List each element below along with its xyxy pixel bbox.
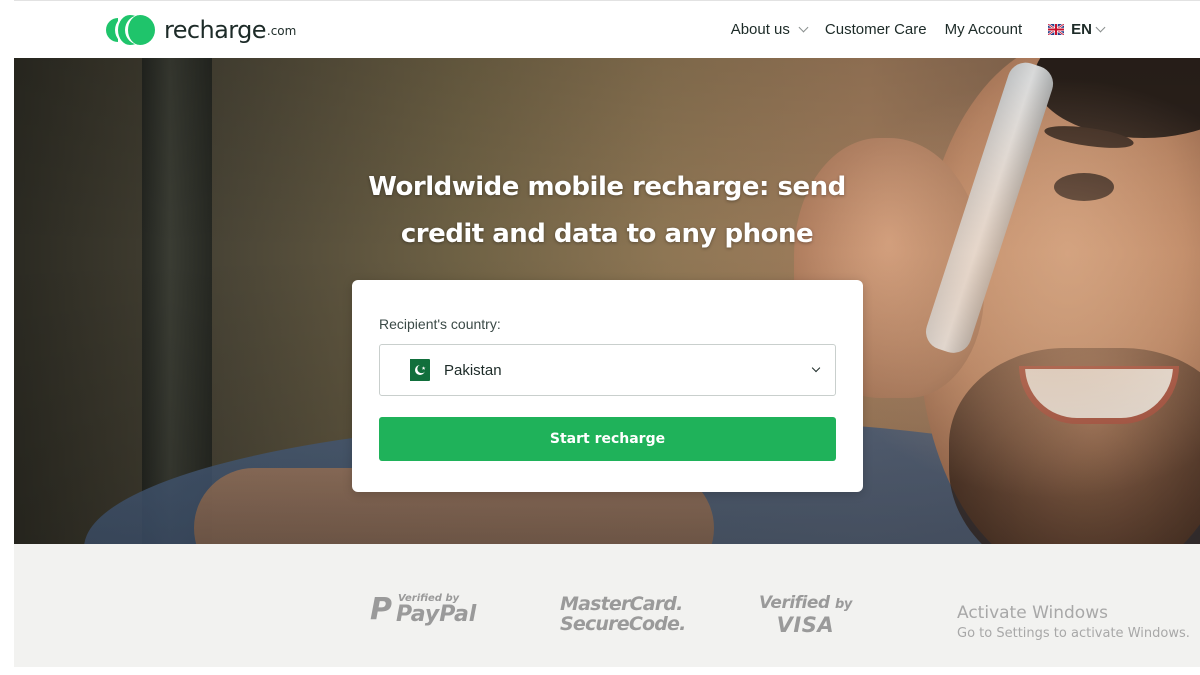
main-nav: About us Customer Care My Account EN xyxy=(713,1,1106,58)
country-label: Recipient's country: xyxy=(379,316,501,332)
visa-verified-word: Verified xyxy=(759,593,830,613)
chevron-down-icon xyxy=(798,22,809,32)
nav-customer-care[interactable]: Customer Care xyxy=(825,21,927,38)
start-recharge-button[interactable]: Start recharge xyxy=(379,417,836,461)
visa-by-word: by xyxy=(835,597,852,612)
verified-by-paypal-badge: P Verified by PayPal xyxy=(370,592,476,627)
recharge-form-card: Recipient's country: Pakistan Start rech… xyxy=(352,280,863,492)
hero-title-line1: Worldwide mobile recharge: send xyxy=(368,172,846,202)
brand-logo[interactable]: recharge .com xyxy=(106,13,296,47)
uk-flag-icon xyxy=(1048,24,1065,35)
chevron-down-icon xyxy=(811,363,821,373)
hero-title-line2: credit and data to any phone xyxy=(400,219,814,249)
site-header: recharge .com About us Customer Care My … xyxy=(14,1,1200,58)
mastercard-line2: SecureCode. xyxy=(560,613,686,635)
watermark-subtitle: Go to Settings to activate Windows. xyxy=(957,626,1190,641)
paypal-brand-text: PayPal xyxy=(396,601,477,627)
watermark-title: Activate Windows xyxy=(957,603,1108,623)
nav-about-us-label: About us xyxy=(730,21,790,38)
brand-tld: .com xyxy=(266,24,297,38)
page-edge xyxy=(0,0,14,675)
nav-customer-care-label: Customer Care xyxy=(824,21,927,38)
verified-by-visa-badge: Verified by VISA xyxy=(759,594,852,636)
visa-verified-text: Verified by xyxy=(759,594,852,614)
brand-logo-mark-icon xyxy=(106,13,158,47)
country-select[interactable]: Pakistan xyxy=(379,344,836,396)
brand-name: recharge xyxy=(164,16,266,44)
visa-brand-text: VISA xyxy=(776,613,835,637)
mastercard-line1: MasterCard. xyxy=(560,593,683,615)
pakistan-flag-icon xyxy=(403,359,430,381)
hero-title: Worldwide mobile recharge: send credit a… xyxy=(14,164,1200,258)
nav-my-account-label: My Account xyxy=(944,21,1023,38)
paypal-p-icon: P xyxy=(370,592,392,627)
mastercard-securecode-badge: MasterCard. SecureCode. xyxy=(560,594,686,634)
language-label: EN xyxy=(1071,21,1092,38)
language-selector[interactable]: EN xyxy=(1048,21,1106,38)
windows-activation-watermark: Activate Windows Go to Settings to activ… xyxy=(957,602,1190,644)
chevron-down-icon xyxy=(1095,22,1106,32)
nav-about-us[interactable]: About us xyxy=(730,21,809,38)
nav-my-account[interactable]: My Account xyxy=(945,21,1023,38)
page-bottom xyxy=(0,667,1200,675)
country-value: Pakistan xyxy=(444,361,502,379)
hero-banner: Worldwide mobile recharge: send credit a… xyxy=(14,58,1200,544)
